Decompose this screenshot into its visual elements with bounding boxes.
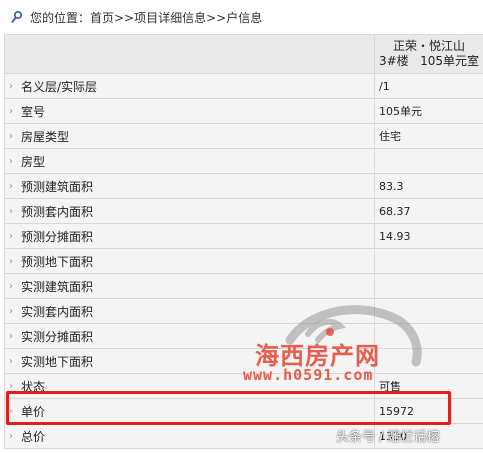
row-label: 室号 — [21, 104, 46, 119]
location-pin-icon — [11, 10, 23, 24]
row-value — [374, 273, 483, 299]
row-label: 房屋类型 — [21, 129, 70, 144]
chevron-right-icon: › — [9, 230, 13, 242]
watermark-caption: 头条号 / 雕栏话榕 — [336, 430, 440, 445]
chevron-right-icon: › — [9, 380, 13, 392]
row-label: 名义层/实际层 — [21, 79, 98, 94]
row-value: 14.93 — [374, 223, 483, 249]
row-label-cell: › 预测地下面积 — [4, 248, 375, 274]
row-label-cell: › 实测建筑面积 — [4, 273, 375, 299]
row-label-cell: › 房型 — [4, 148, 375, 174]
row-label-cell: › 预测分摊面积 — [4, 223, 375, 249]
breadcrumb-text: 您的位置：首页>>项目详细信息>>户信息 — [30, 10, 263, 25]
table-row: › 房屋类型 住宅 — [4, 123, 483, 149]
chevron-right-icon: › — [9, 105, 13, 117]
chevron-right-icon: › — [9, 305, 13, 317]
chevron-right-icon: › — [9, 255, 13, 267]
row-value: /1 — [374, 73, 483, 99]
chevron-right-icon: › — [9, 180, 13, 192]
row-label: 预测地下面积 — [21, 254, 94, 269]
breadcrumb: 您的位置：首页>>项目详细信息>>户信息 — [0, 0, 483, 34]
chevron-right-icon: › — [9, 205, 13, 217]
row-value: 83.3 — [374, 173, 483, 199]
row-label: 预测建筑面积 — [21, 179, 94, 194]
chevron-right-icon: › — [9, 330, 13, 342]
row-label-cell: › 预测建筑面积 — [4, 173, 375, 199]
chevron-right-icon: › — [9, 80, 13, 92]
table-row: › 实测建筑面积 — [4, 273, 483, 299]
table-row: › 室号 105单元 — [4, 98, 483, 124]
row-label-cell: › 房屋类型 — [4, 123, 375, 149]
header-unit-cell: 正荣・悦江山 3#楼 105单元室 — [374, 34, 483, 74]
table-row: › 预测建筑面积 83.3 — [4, 173, 483, 199]
row-label: 预测分摊面积 — [21, 229, 94, 244]
project-name: 正荣・悦江山 — [392, 39, 465, 53]
row-value: 105单元 — [374, 98, 483, 124]
row-label-cell: › 名义层/实际层 — [4, 73, 375, 99]
chevron-right-icon: › — [9, 280, 13, 292]
row-label: 实测分摊面积 — [21, 329, 94, 344]
table-row: › 预测套内面积 68.37 — [4, 198, 483, 224]
row-label: 房型 — [21, 154, 46, 169]
table-row: › 房型 — [4, 148, 483, 174]
chevron-right-icon: › — [9, 130, 13, 142]
row-label: 实测建筑面积 — [21, 279, 94, 294]
table-row: › 预测分摊面积 14.93 — [4, 223, 483, 249]
watermark-url: www.h0591.com — [243, 366, 374, 384]
header-blank-cell — [4, 34, 375, 74]
row-label: 实测套内面积 — [21, 304, 94, 319]
row-label-cell: › 室号 — [4, 98, 375, 124]
row-value — [374, 148, 483, 174]
row-value: 68.37 — [374, 198, 483, 224]
unit-info-table: 正荣・悦江山 3#楼 105单元室 › 名义层/实际层/1 › 室号 105单元 › 房屋类… — [4, 34, 483, 449]
table-header-row: 正荣・悦江山 3#楼 105单元室 — [4, 34, 483, 74]
row-label: 实测地下面积 — [21, 354, 94, 369]
table-row: › 预测地下面积 — [4, 248, 483, 274]
unit-number: 3#楼 105单元室 — [378, 54, 480, 68]
chevron-right-icon: › — [9, 355, 13, 367]
row-value — [374, 248, 483, 274]
row-value: 住宅 — [374, 123, 483, 149]
highlight-box-unit-price — [6, 391, 451, 425]
row-label: 总价 — [21, 429, 46, 444]
row-label: 预测套内面积 — [21, 204, 94, 219]
chevron-right-icon: › — [9, 430, 13, 442]
chevron-right-icon: › — [9, 155, 13, 167]
row-label-cell: › 总价 — [4, 423, 375, 449]
row-label-cell: › 预测套内面积 — [4, 198, 375, 224]
table-row: › 名义层/实际层/1 — [4, 73, 483, 99]
